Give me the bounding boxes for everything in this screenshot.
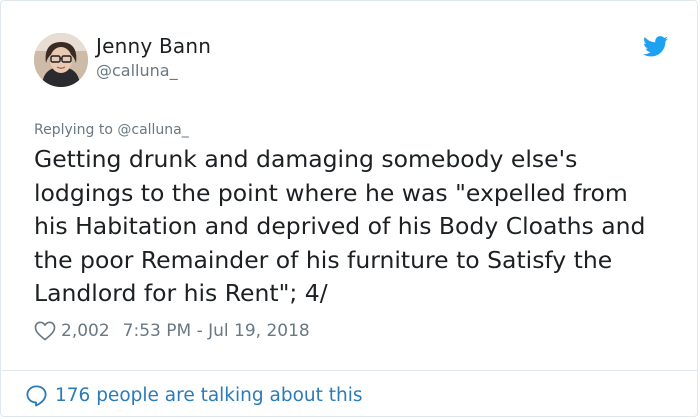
tweet-card: Jenny Bann @calluna_ Replying to @callun… — [0, 0, 698, 417]
like-count[interactable]: 2,002 — [61, 321, 110, 341]
author-avatar[interactable] — [34, 33, 88, 87]
twitter-bird-icon[interactable] — [643, 36, 668, 57]
replying-to-label[interactable]: Replying to @calluna_ — [34, 122, 189, 138]
tweet-text: Getting drunk and damaging somebody else… — [34, 145, 646, 307]
profile-photo-icon — [34, 33, 88, 87]
author-display-name[interactable]: Jenny Bann — [96, 34, 211, 58]
heart-icon[interactable] — [34, 321, 56, 341]
conversation-count-label[interactable]: 176 people are talking about this — [55, 385, 363, 406]
author-handle[interactable]: @calluna_ — [96, 61, 178, 80]
speech-bubble-icon — [26, 384, 47, 406]
conversation-link[interactable]: 176 people are talking about this — [25, 381, 363, 409]
tweet-meta: 2,002 7:53 PM - Jul 19, 2018 — [34, 319, 310, 343]
footer-divider — [2, 370, 698, 371]
tweet-timestamp[interactable]: 7:53 PM - Jul 19, 2018 — [123, 321, 310, 341]
